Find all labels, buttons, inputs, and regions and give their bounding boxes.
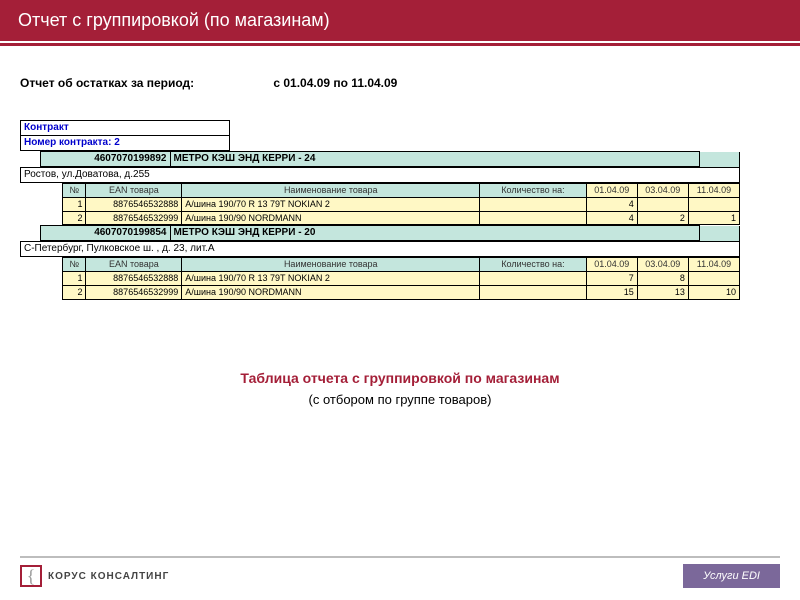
store-code: 4607070199892 [40,152,170,167]
logo: { КОРУС КОНСАЛТИНГ [20,565,169,587]
col-date3: 11.04.09 [688,184,739,198]
store-name: МЕТРО КЭШ ЭНД КЕРРИ - 20 [170,226,700,241]
col-name: Наименование товара [182,184,480,198]
report-title-row: Отчет об остатках за период: с 01.04.09 … [20,76,780,90]
footer-divider [20,556,780,558]
col-no: № [63,184,86,198]
store-name: МЕТРО КЭШ ЭНД КЕРРИ - 24 [170,152,700,167]
table-row: 2 8876546532999 А/шина 190/90 NORDMANN 4… [20,211,740,225]
edi-badge: Услуги EDI [683,564,780,588]
logo-text: КОРУС КОНСАЛТИНГ [48,571,169,582]
table-row: 1 8876546532888 А/шина 190/70 R 13 79T N… [20,197,740,211]
table-row: 2 8876546532999 А/шина 190/90 NORDMANN 1… [20,285,740,299]
page-title: Отчет с группировкой (по магазинам) [18,10,330,30]
store-address: С-Петербург, Пулковское ш. , д. 23, лит.… [21,242,740,257]
col-date3: 11.04.09 [688,258,739,272]
col-date2: 03.04.09 [637,258,688,272]
col-qty: Количество на: [480,184,586,198]
col-date1: 01.04.09 [586,258,637,272]
contract-label: Контракт [21,121,230,136]
col-qty: Количество на: [480,258,586,272]
store-code: 4607070199854 [40,226,170,241]
report-period: с 01.04.09 по 11.04.09 [273,76,397,90]
page-footer: { КОРУС КОНСАЛТИНГ Услуги EDI [0,556,800,588]
col-name: Наименование товара [182,258,480,272]
caption-block: Таблица отчета с группировкой по магазин… [20,370,780,407]
table-row: 1 8876546532888 А/шина 190/70 R 13 79T N… [20,272,740,286]
col-ean: EAN товара [86,258,182,272]
report-title-label: Отчет об остатках за период: [20,76,270,90]
caption-main: Таблица отчета с группировкой по магазин… [20,370,780,386]
col-date1: 01.04.09 [586,184,637,198]
col-date2: 03.04.09 [637,184,688,198]
logo-brace-icon: { [20,565,42,587]
store-address: Ростов, ул.Доватова, д.255 [21,168,740,183]
page-header: Отчет с группировкой (по магазинам) [0,0,800,41]
col-no: № [63,258,86,272]
contract-number: Номер контракта: 2 [21,136,230,151]
caption-sub: (с отбором по группе товаров) [20,392,780,407]
col-ean: EAN товара [86,184,182,198]
header-divider [0,43,800,46]
